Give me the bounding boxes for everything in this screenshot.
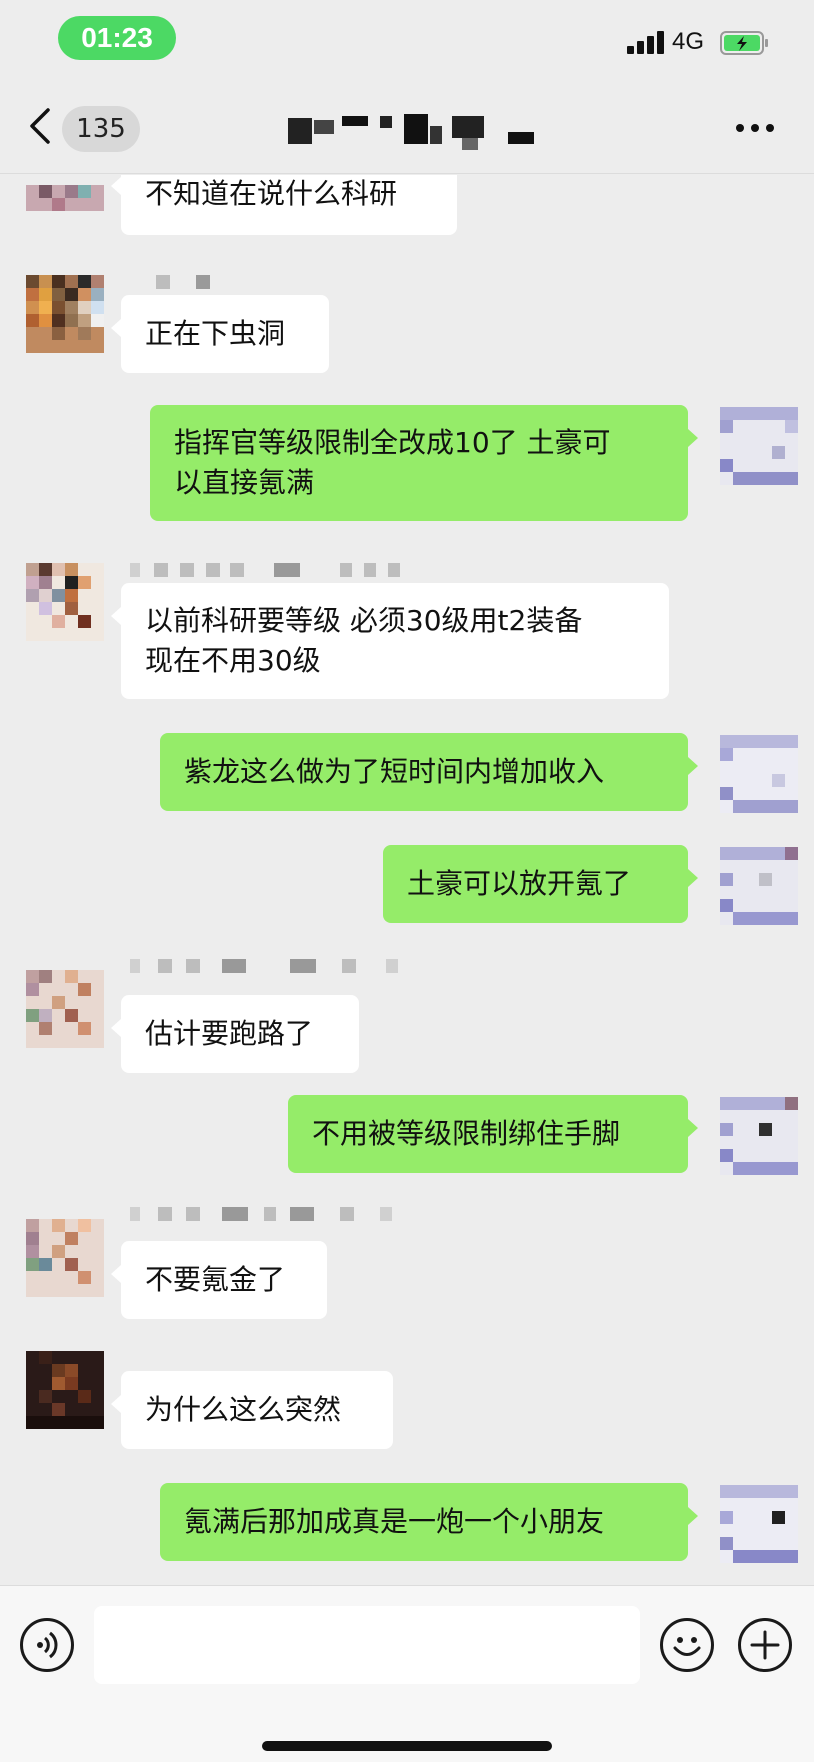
message-list[interactable]: 不知道在说什么科研 正在下虫洞 指挥官等级限制全改成10了 土豪可 以直接氪满 … (0, 175, 814, 1585)
sender-name-blurred (130, 559, 410, 581)
message-bubble[interactable]: 不要氪金了 (111, 1241, 327, 1319)
more-icon[interactable] (736, 122, 776, 134)
avatar[interactable] (26, 563, 104, 641)
message-bubble[interactable]: 土豪可以放开氪了 (383, 845, 698, 923)
home-indicator (262, 1741, 552, 1751)
avatar[interactable] (720, 1097, 798, 1175)
message-bubble[interactable]: 正在下虫洞 (111, 295, 329, 373)
input-bar (0, 1585, 814, 1762)
message-bubble[interactable]: 不知道在说什么科研 (111, 175, 457, 235)
avatar[interactable] (26, 275, 104, 353)
avatar[interactable] (26, 1219, 104, 1297)
back-icon[interactable] (26, 106, 56, 146)
message-input[interactable] (94, 1606, 640, 1684)
message-bubble[interactable]: 氪满后那加成真是一炮一个小朋友 (160, 1483, 698, 1561)
unread-count-badge[interactable]: 135 (62, 106, 140, 152)
sender-name-blurred (130, 1203, 410, 1225)
avatar[interactable] (720, 407, 798, 485)
avatar[interactable] (26, 1351, 104, 1429)
nav-bar: 135 (0, 82, 814, 174)
status-bar: 01:23 4G (0, 0, 814, 80)
message-bubble[interactable]: 估计要跑路了 (111, 995, 359, 1073)
avatar[interactable] (26, 970, 104, 1048)
avatar[interactable] (720, 847, 798, 925)
chat-title-blurred (288, 114, 534, 150)
avatar[interactable] (26, 175, 104, 211)
sender-name-blurred (130, 955, 410, 977)
message-bubble[interactable]: 指挥官等级限制全改成10了 土豪可 以直接氪满 (150, 405, 698, 521)
plus-icon[interactable] (738, 1618, 792, 1672)
avatar[interactable] (720, 735, 798, 813)
sender-name-blurred (140, 271, 220, 293)
battery-icon (720, 31, 768, 55)
network-type: 4G (672, 28, 705, 55)
emoji-icon[interactable] (660, 1618, 714, 1672)
signal-icon (627, 30, 665, 54)
message-bubble[interactable]: 以前科研要等级 必须30级用t2装备 现在不用30级 (111, 583, 669, 699)
message-bubble[interactable]: 紫龙这么做为了短时间内增加收入 (160, 733, 698, 811)
avatar[interactable] (720, 1485, 798, 1563)
message-bubble[interactable]: 不用被等级限制绑住手脚 (288, 1095, 698, 1173)
voice-icon[interactable] (20, 1618, 74, 1672)
status-time: 01:23 (58, 16, 176, 60)
message-bubble[interactable]: 为什么这么突然 (111, 1371, 393, 1449)
